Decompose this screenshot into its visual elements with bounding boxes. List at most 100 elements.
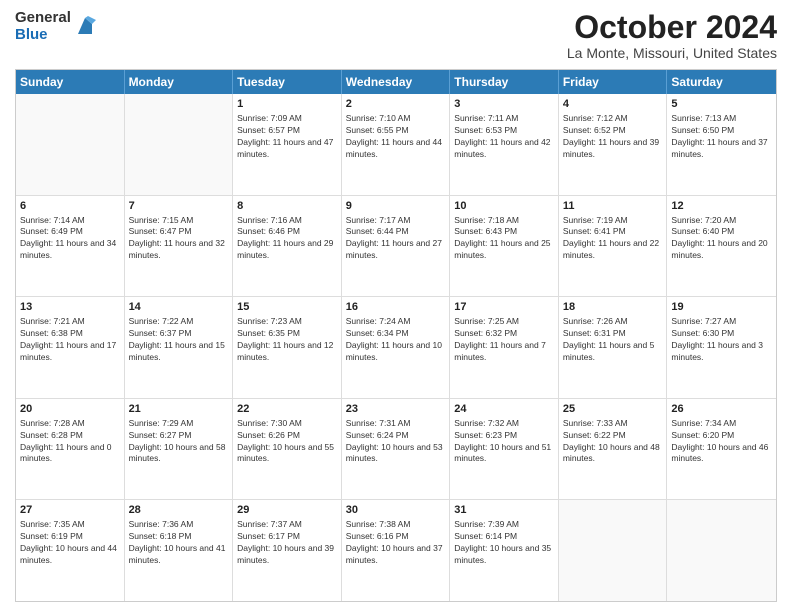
cell-sun-info: Sunrise: 7:27 AM Sunset: 6:30 PM Dayligh… (671, 316, 772, 364)
cell-sun-info: Sunrise: 7:16 AM Sunset: 6:46 PM Dayligh… (237, 215, 337, 263)
cell-sun-info: Sunrise: 7:09 AM Sunset: 6:57 PM Dayligh… (237, 113, 337, 161)
cell-sun-info: Sunrise: 7:29 AM Sunset: 6:27 PM Dayligh… (129, 418, 229, 466)
cal-cell-day-8: 8Sunrise: 7:16 AM Sunset: 6:46 PM Daylig… (233, 196, 342, 297)
cal-cell-day-9: 9Sunrise: 7:17 AM Sunset: 6:44 PM Daylig… (342, 196, 451, 297)
title-location: La Monte, Missouri, United States (567, 45, 777, 61)
logo-icon (74, 16, 96, 38)
header-monday: Monday (125, 70, 234, 94)
cell-sun-info: Sunrise: 7:35 AM Sunset: 6:19 PM Dayligh… (20, 519, 120, 567)
day-number: 22 (237, 402, 337, 417)
cal-cell-day-7: 7Sunrise: 7:15 AM Sunset: 6:47 PM Daylig… (125, 196, 234, 297)
calendar-week-2: 6Sunrise: 7:14 AM Sunset: 6:49 PM Daylig… (16, 196, 776, 298)
title-month: October 2024 (567, 10, 777, 45)
day-number: 29 (237, 503, 337, 518)
cell-sun-info: Sunrise: 7:18 AM Sunset: 6:43 PM Dayligh… (454, 215, 554, 263)
day-number: 21 (129, 402, 229, 417)
day-number: 1 (237, 97, 337, 112)
cal-cell-day-24: 24Sunrise: 7:32 AM Sunset: 6:23 PM Dayli… (450, 399, 559, 500)
cal-cell-day-17: 17Sunrise: 7:25 AM Sunset: 6:32 PM Dayli… (450, 297, 559, 398)
cell-sun-info: Sunrise: 7:34 AM Sunset: 6:20 PM Dayligh… (671, 418, 772, 466)
cal-cell-day-26: 26Sunrise: 7:34 AM Sunset: 6:20 PM Dayli… (667, 399, 776, 500)
calendar-week-1: 1Sunrise: 7:09 AM Sunset: 6:57 PM Daylig… (16, 94, 776, 196)
calendar: Sunday Monday Tuesday Wednesday Thursday… (15, 69, 777, 602)
calendar-body: 1Sunrise: 7:09 AM Sunset: 6:57 PM Daylig… (16, 94, 776, 601)
cal-cell-day-5: 5Sunrise: 7:13 AM Sunset: 6:50 PM Daylig… (667, 94, 776, 195)
cell-sun-info: Sunrise: 7:38 AM Sunset: 6:16 PM Dayligh… (346, 519, 446, 567)
cell-sun-info: Sunrise: 7:28 AM Sunset: 6:28 PM Dayligh… (20, 418, 120, 466)
day-number: 27 (20, 503, 120, 518)
day-number: 13 (20, 300, 120, 315)
cell-sun-info: Sunrise: 7:23 AM Sunset: 6:35 PM Dayligh… (237, 316, 337, 364)
day-number: 15 (237, 300, 337, 315)
day-number: 25 (563, 402, 663, 417)
day-number: 10 (454, 199, 554, 214)
day-number: 8 (237, 199, 337, 214)
cal-cell-day-29: 29Sunrise: 7:37 AM Sunset: 6:17 PM Dayli… (233, 500, 342, 601)
day-number: 16 (346, 300, 446, 315)
cell-sun-info: Sunrise: 7:13 AM Sunset: 6:50 PM Dayligh… (671, 113, 772, 161)
title-block: October 2024 La Monte, Missouri, United … (567, 10, 777, 61)
cell-sun-info: Sunrise: 7:39 AM Sunset: 6:14 PM Dayligh… (454, 519, 554, 567)
day-number: 18 (563, 300, 663, 315)
cal-cell-day-12: 12Sunrise: 7:20 AM Sunset: 6:40 PM Dayli… (667, 196, 776, 297)
day-number: 3 (454, 97, 554, 112)
cal-cell-day-27: 27Sunrise: 7:35 AM Sunset: 6:19 PM Dayli… (16, 500, 125, 601)
day-number: 4 (563, 97, 663, 112)
day-number: 26 (671, 402, 772, 417)
logo-text: General Blue (15, 10, 71, 43)
cell-sun-info: Sunrise: 7:14 AM Sunset: 6:49 PM Dayligh… (20, 215, 120, 263)
page: General Blue October 2024 La Monte, Miss… (0, 0, 792, 612)
cell-sun-info: Sunrise: 7:25 AM Sunset: 6:32 PM Dayligh… (454, 316, 554, 364)
cell-sun-info: Sunrise: 7:32 AM Sunset: 6:23 PM Dayligh… (454, 418, 554, 466)
cal-cell-day-22: 22Sunrise: 7:30 AM Sunset: 6:26 PM Dayli… (233, 399, 342, 500)
header-friday: Friday (559, 70, 668, 94)
cal-cell-day-3: 3Sunrise: 7:11 AM Sunset: 6:53 PM Daylig… (450, 94, 559, 195)
cal-cell-day-23: 23Sunrise: 7:31 AM Sunset: 6:24 PM Dayli… (342, 399, 451, 500)
day-number: 31 (454, 503, 554, 518)
day-number: 7 (129, 199, 229, 214)
cell-sun-info: Sunrise: 7:26 AM Sunset: 6:31 PM Dayligh… (563, 316, 663, 364)
day-number: 23 (346, 402, 446, 417)
calendar-week-5: 27Sunrise: 7:35 AM Sunset: 6:19 PM Dayli… (16, 500, 776, 601)
cal-cell-empty-w4c5 (559, 500, 668, 601)
day-number: 19 (671, 300, 772, 315)
header-tuesday: Tuesday (233, 70, 342, 94)
day-number: 30 (346, 503, 446, 518)
cal-cell-day-28: 28Sunrise: 7:36 AM Sunset: 6:18 PM Dayli… (125, 500, 234, 601)
logo: General Blue (15, 10, 96, 43)
cal-cell-day-14: 14Sunrise: 7:22 AM Sunset: 6:37 PM Dayli… (125, 297, 234, 398)
cell-sun-info: Sunrise: 7:12 AM Sunset: 6:52 PM Dayligh… (563, 113, 663, 161)
cell-sun-info: Sunrise: 7:37 AM Sunset: 6:17 PM Dayligh… (237, 519, 337, 567)
cell-sun-info: Sunrise: 7:17 AM Sunset: 6:44 PM Dayligh… (346, 215, 446, 263)
cal-cell-day-20: 20Sunrise: 7:28 AM Sunset: 6:28 PM Dayli… (16, 399, 125, 500)
logo-general: General (15, 10, 71, 27)
cell-sun-info: Sunrise: 7:24 AM Sunset: 6:34 PM Dayligh… (346, 316, 446, 364)
header-saturday: Saturday (667, 70, 776, 94)
header-thursday: Thursday (450, 70, 559, 94)
day-number: 11 (563, 199, 663, 214)
header-wednesday: Wednesday (342, 70, 451, 94)
cell-sun-info: Sunrise: 7:11 AM Sunset: 6:53 PM Dayligh… (454, 113, 554, 161)
cal-cell-day-18: 18Sunrise: 7:26 AM Sunset: 6:31 PM Dayli… (559, 297, 668, 398)
cal-cell-day-2: 2Sunrise: 7:10 AM Sunset: 6:55 PM Daylig… (342, 94, 451, 195)
day-number: 28 (129, 503, 229, 518)
cell-sun-info: Sunrise: 7:10 AM Sunset: 6:55 PM Dayligh… (346, 113, 446, 161)
cal-cell-day-30: 30Sunrise: 7:38 AM Sunset: 6:16 PM Dayli… (342, 500, 451, 601)
cal-cell-day-4: 4Sunrise: 7:12 AM Sunset: 6:52 PM Daylig… (559, 94, 668, 195)
day-number: 12 (671, 199, 772, 214)
cell-sun-info: Sunrise: 7:20 AM Sunset: 6:40 PM Dayligh… (671, 215, 772, 263)
cell-sun-info: Sunrise: 7:30 AM Sunset: 6:26 PM Dayligh… (237, 418, 337, 466)
calendar-week-4: 20Sunrise: 7:28 AM Sunset: 6:28 PM Dayli… (16, 399, 776, 501)
header-sunday: Sunday (16, 70, 125, 94)
day-number: 9 (346, 199, 446, 214)
cal-cell-day-19: 19Sunrise: 7:27 AM Sunset: 6:30 PM Dayli… (667, 297, 776, 398)
cell-sun-info: Sunrise: 7:36 AM Sunset: 6:18 PM Dayligh… (129, 519, 229, 567)
cell-sun-info: Sunrise: 7:22 AM Sunset: 6:37 PM Dayligh… (129, 316, 229, 364)
calendar-week-3: 13Sunrise: 7:21 AM Sunset: 6:38 PM Dayli… (16, 297, 776, 399)
cal-cell-empty-w4c6 (667, 500, 776, 601)
day-number: 24 (454, 402, 554, 417)
day-number: 6 (20, 199, 120, 214)
cell-sun-info: Sunrise: 7:15 AM Sunset: 6:47 PM Dayligh… (129, 215, 229, 263)
calendar-header-row: Sunday Monday Tuesday Wednesday Thursday… (16, 70, 776, 94)
cal-cell-day-21: 21Sunrise: 7:29 AM Sunset: 6:27 PM Dayli… (125, 399, 234, 500)
